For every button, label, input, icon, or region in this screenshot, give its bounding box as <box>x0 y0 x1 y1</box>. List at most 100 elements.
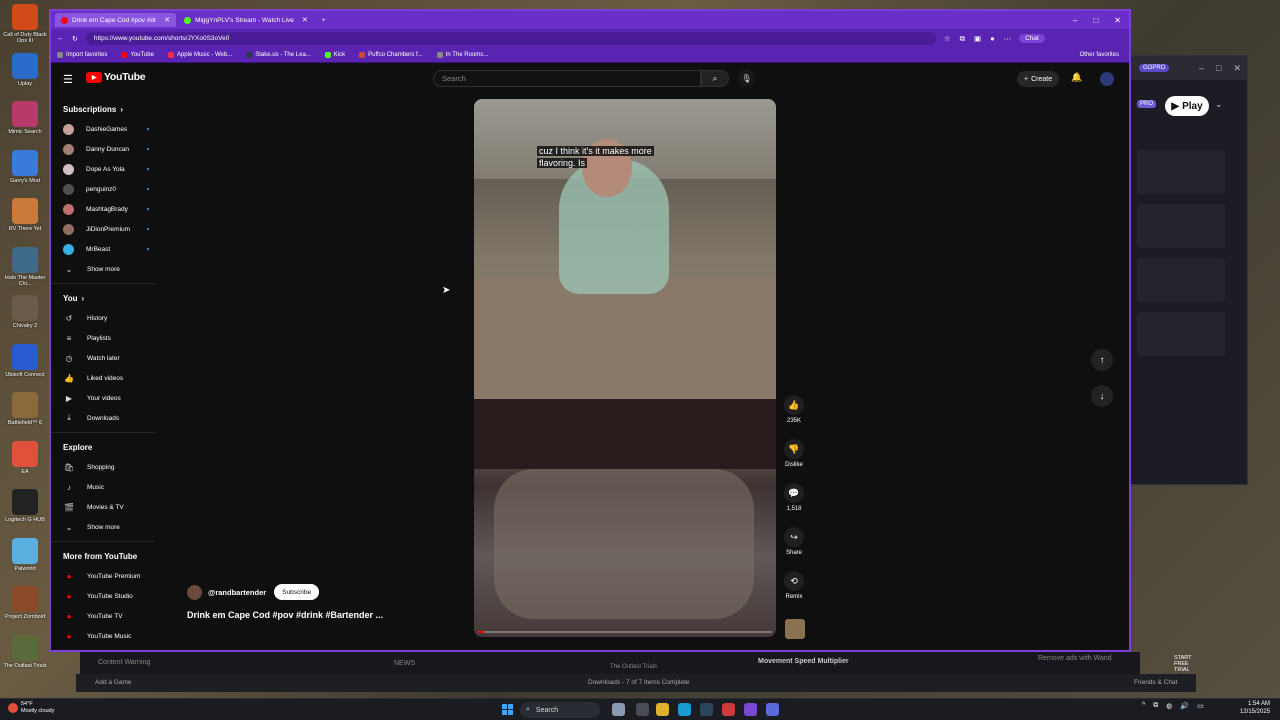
youtube-logo[interactable]: ▶ YouTube <box>86 71 146 83</box>
close-icon[interactable]: ✕ <box>1233 63 1241 74</box>
taskbar-search[interactable]: ⌕ Search <box>520 702 600 718</box>
desktop-icon-ea[interactable]: EA <box>2 440 48 487</box>
favorite-import[interactable]: Import favorites <box>57 52 107 58</box>
channel-name[interactable]: @randbartender <box>208 588 266 597</box>
collections-icon[interactable]: ▣ <box>974 34 981 44</box>
minimize-icon[interactable]: – <box>1199 63 1204 73</box>
tab-kick-stream[interactable]: MiggYnPLV's Stream - Watch Live ✕ <box>178 13 314 27</box>
steam-icon[interactable] <box>700 703 713 716</box>
copilot-chat-button[interactable]: Chat <box>1019 34 1045 43</box>
chevron-down-icon[interactable]: ⌄ <box>1215 99 1223 110</box>
comments-button[interactable]: 💬 1,518 <box>782 483 806 527</box>
sidebar-item-watch-later[interactable]: ◷ Watch later <box>51 348 169 368</box>
taskbar-app-icon[interactable] <box>612 703 625 716</box>
favorite-stake[interactable]: Stake.us - The Lea... <box>246 52 311 58</box>
close-icon[interactable]: ✕ <box>1114 16 1121 25</box>
favorite-apple-music[interactable]: Apple Music - Web... <box>167 52 232 58</box>
sidebar-item-danny-duncan[interactable]: Danny Duncan <box>51 139 169 159</box>
like-button[interactable]: 👍 235K <box>782 395 806 439</box>
sidebar-item-dope-as-yola[interactable]: Dope As Yola <box>51 159 169 179</box>
favorite-in-the-rooms[interactable]: In The Rooms... <box>436 52 488 58</box>
more-options-icon[interactable]: ⋯ <box>1004 34 1012 44</box>
dislike-button[interactable]: 👎 Dislike <box>782 439 806 483</box>
desktop-icon-logitech-g-hub[interactable]: Logitech G HUB <box>2 489 48 535</box>
profile-icon[interactable]: ● <box>990 34 995 44</box>
sidebar-item-history[interactable]: ↺ History <box>51 308 169 328</box>
search-button[interactable]: ⌕ <box>701 70 729 87</box>
desktop-icon-the-outlast-trials[interactable]: The Outlast Trials <box>2 634 48 681</box>
sidebar-item-playlists[interactable]: ≡ Playlists <box>51 328 169 348</box>
desktop-icon-uplay[interactable]: Uplay <box>2 52 48 99</box>
tab-youtube-short[interactable]: Drink em Cape Cod #pov #dr ✕ <box>55 13 177 27</box>
desktop-icon-mimic-search[interactable]: Mimic Search <box>2 101 48 147</box>
desktop-icon-halo-the-master-chi[interactable]: Halo The Master Chi... <box>2 246 48 293</box>
favorite-kick[interactable]: Kick <box>324 52 345 58</box>
sidebar-item-mashtagbrady[interactable]: MashtagBrady <box>51 199 169 219</box>
video-progress-bar[interactable] <box>478 631 772 633</box>
desktop-icon-chivalry-2[interactable]: Chivalry 2 <box>2 295 48 341</box>
task-view-icon[interactable] <box>636 703 649 716</box>
sidebar-item-youtube-premium[interactable]: ● YouTube Premium <box>51 566 169 586</box>
start-button[interactable] <box>502 704 513 715</box>
you-heading[interactable]: You › <box>51 288 169 308</box>
channel-avatar[interactable] <box>187 584 202 600</box>
sidebar-item-youtube-tv[interactable]: ● YouTube TV <box>51 606 169 626</box>
gopro-badge[interactable]: GOPRO <box>1139 64 1170 72</box>
short-title[interactable]: Drink em Cape Cod #pov #drink #Bartender… <box>187 610 383 620</box>
back-icon[interactable]: ← <box>57 35 64 42</box>
notifications-bell-icon[interactable]: 🔔 <box>1071 72 1082 83</box>
desktop-icon-call-of-duty-black-ops-iii[interactable]: Call of Duty Black Ops III <box>2 4 48 50</box>
desktop-icon-ubisoft-connect[interactable]: Ubisoft Connect <box>2 343 48 390</box>
favorite-puffco[interactable]: Puffco Chambers f... <box>359 52 423 58</box>
refresh-icon[interactable]: ↻ <box>72 35 78 43</box>
chrome-icon[interactable] <box>722 703 735 716</box>
sidebar-item-youtube-studio[interactable]: ● YouTube Studio <box>51 586 169 606</box>
sidebar-item-your-videos[interactable]: ▶ Your videos <box>51 388 169 408</box>
edge-icon[interactable] <box>678 703 691 716</box>
maximize-icon[interactable]: □ <box>1093 16 1098 25</box>
create-button[interactable]: + Create <box>1017 71 1060 87</box>
share-button[interactable]: ↪ Share <box>782 527 806 571</box>
discord-icon[interactable] <box>744 703 757 716</box>
desktop-icon-project-zomboid[interactable]: Project Zomboid <box>2 586 48 632</box>
tray-app-icon[interactable]: ⧉ <box>1153 702 1158 710</box>
other-favorites[interactable]: Other favorites <box>1080 52 1129 58</box>
play-button[interactable]: ▶ Play <box>1165 96 1209 116</box>
sidebar-item-dashiegames[interactable]: DashieGames <box>51 119 169 139</box>
search-input[interactable]: Search <box>433 70 701 87</box>
taskbar-clock[interactable]: 1:54 AM 12/15/2025 <box>1240 701 1270 716</box>
network-icon[interactable]: ◍ <box>1166 702 1172 710</box>
show-more-explore[interactable]: ⌄ Show more <box>51 517 169 537</box>
close-tab-icon[interactable]: ✕ <box>164 16 170 24</box>
weather-widget[interactable]: 54°F Mostly cloudy <box>8 701 54 714</box>
url-field[interactable]: https://www.youtube.com/shorts/JYXo0S3oV… <box>85 32 936 45</box>
close-tab-icon[interactable]: ✕ <box>302 16 308 24</box>
new-tab-button[interactable]: + <box>316 13 332 27</box>
subscribe-button[interactable]: Subscribe <box>274 584 320 600</box>
show-more-subscriptions[interactable]: ⌄ Show more <box>51 259 169 279</box>
account-avatar[interactable] <box>1100 72 1114 86</box>
menu-icon[interactable]: ☰ <box>63 73 73 86</box>
desktop-icon-battlefield-6[interactable]: Battlefield™ 6 <box>2 392 48 438</box>
sidebar-item-youtube-music[interactable]: ● YouTube Music <box>51 626 169 646</box>
chevron-up-icon[interactable]: ^ <box>1142 702 1145 710</box>
remix-button[interactable]: ⟲ Remix <box>782 571 806 615</box>
next-short-button[interactable]: ↓ <box>1091 385 1113 407</box>
favorite-youtube[interactable]: YouTube <box>121 52 154 58</box>
sidebar-item-penguinz0[interactable]: penguinz0 <box>51 179 169 199</box>
sidebar-item-music[interactable]: ♪ Music <box>51 477 169 497</box>
sidebar-item-movies-tv[interactable]: 🎬 Movies & TV <box>51 497 169 517</box>
speaker-icon[interactable]: 🔊 <box>1180 702 1189 710</box>
sidebar-item-downloads[interactable]: ⤓ Downloads <box>51 408 169 428</box>
favorite-star-icon[interactable]: ☆ <box>944 34 951 44</box>
desktop-icon-garry-s-mod[interactable]: Garry's Mod <box>2 149 48 196</box>
previous-short-button[interactable]: ↑ <box>1091 349 1113 371</box>
minimize-icon[interactable]: – <box>1073 16 1077 25</box>
short-video-player[interactable]: cuz I think it's it makes more flavoring… <box>474 99 776 637</box>
battery-icon[interactable]: ▭ <box>1197 702 1204 710</box>
maximize-icon[interactable]: □ <box>1216 63 1221 73</box>
sidebar-item-mrbeast[interactable]: MrBeast <box>51 239 169 259</box>
app-icon[interactable] <box>766 703 779 716</box>
sidebar-item-liked-videos[interactable]: 👍 Liked videos <box>51 368 169 388</box>
sidebar-item-jidionpremium[interactable]: JiDionPremium <box>51 219 169 239</box>
